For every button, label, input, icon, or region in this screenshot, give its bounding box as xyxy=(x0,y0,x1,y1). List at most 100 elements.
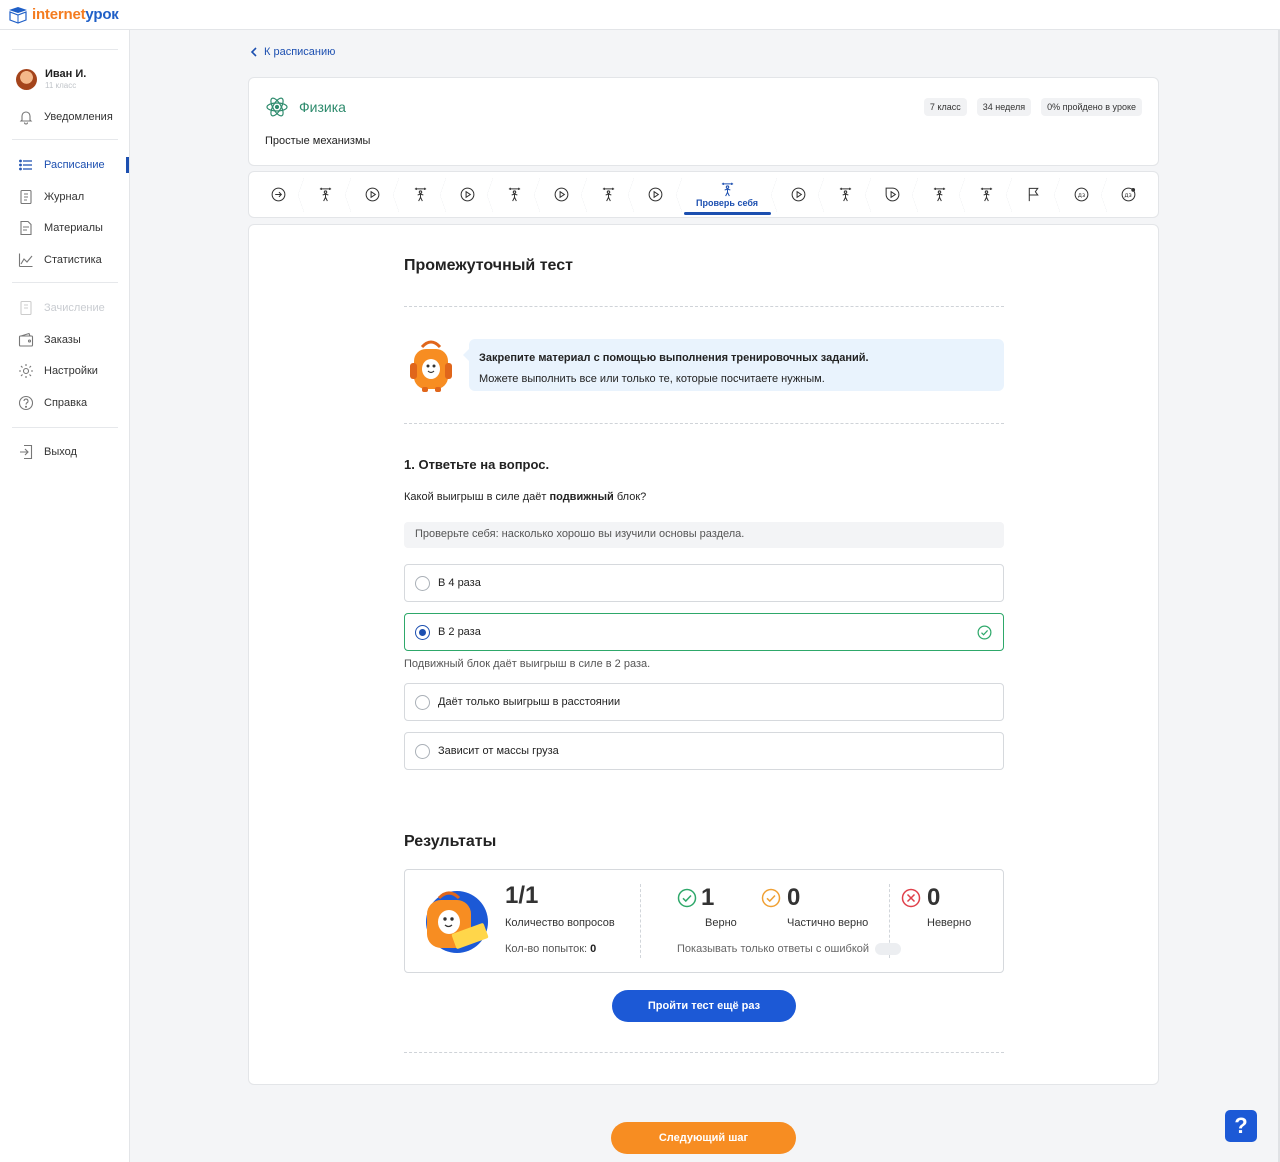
sidebar: Иван И. 11 класс Уведомления Расписание … xyxy=(0,30,130,1162)
sidebar-item-journal[interactable]: Журнал xyxy=(18,189,84,205)
sidebar-item-settings[interactable]: Настройки xyxy=(18,363,98,379)
list-icon xyxy=(19,159,32,171)
lesson-steps-bar: Проверь себя дз дз xyxy=(248,171,1159,218)
step-video[interactable] xyxy=(444,174,494,216)
sidebar-divider xyxy=(12,49,118,50)
top-bar: internet урок xyxy=(0,0,1280,30)
radio-button-checked[interactable] xyxy=(415,624,430,640)
step-start[interactable] xyxy=(255,174,305,216)
dumbbell-icon xyxy=(981,187,993,202)
play-circle-icon xyxy=(791,187,805,202)
step-practice[interactable] xyxy=(397,174,446,216)
radio-button[interactable] xyxy=(415,575,430,591)
play-circle-icon xyxy=(554,187,569,202)
dumbbell-icon xyxy=(414,187,426,202)
results-panel: 1/1 Количество вопросов Кол-во попыток: … xyxy=(404,869,1004,973)
dashed-divider xyxy=(404,423,1004,424)
sidebar-item-label: Расписание xyxy=(44,159,105,171)
homework-star-icon: дз xyxy=(1121,187,1136,202)
document-edit-icon xyxy=(20,220,32,236)
answer-option-label: Даёт только выигрыш в расстоянии xyxy=(438,696,621,708)
svg-text:дз: дз xyxy=(1077,192,1084,199)
sidebar-item-statistics[interactable]: Статистика xyxy=(18,252,102,268)
step-practice[interactable] xyxy=(822,174,872,216)
journal-icon xyxy=(20,189,32,205)
logo-text-internet: internet xyxy=(32,6,86,23)
sidebar-item-label: Настройки xyxy=(44,365,98,377)
radio-button[interactable] xyxy=(415,743,430,759)
dumbbell-icon xyxy=(508,187,521,202)
step-self-check-active[interactable]: Проверь себя xyxy=(680,174,777,216)
answer-explanation: Подвижный блок даёт выигрыш в силе в 2 р… xyxy=(404,658,651,670)
step-finish[interactable] xyxy=(1010,174,1060,216)
enrollment-icon xyxy=(20,300,32,316)
step-interactive[interactable] xyxy=(869,174,919,216)
sidebar-item-label: Выход xyxy=(44,446,77,458)
test-card: Промежуточный тест Закрепите материал с … xyxy=(248,224,1159,1085)
step-video[interactable] xyxy=(349,174,399,216)
logo-text-urok: урок xyxy=(85,6,119,23)
radio-button[interactable] xyxy=(415,694,430,710)
retry-test-button[interactable]: Пройти тест ещё раз xyxy=(612,990,796,1022)
user-grade: 11 класс xyxy=(45,81,77,90)
play-circle-icon xyxy=(460,187,475,202)
answer-option[interactable]: В 4 раза xyxy=(404,564,1004,602)
step-extra-homework[interactable]: дз xyxy=(1105,174,1152,216)
chevron-left-icon xyxy=(250,47,257,57)
next-step-button[interactable]: Следующий шаг xyxy=(611,1122,796,1154)
intro-text: Можете выполнить все или только те, кото… xyxy=(479,373,825,385)
week-chip: 34 неделя xyxy=(976,98,1032,116)
sidebar-item-orders[interactable]: Заказы xyxy=(18,332,81,348)
sidebar-item-schedule[interactable]: Расписание xyxy=(18,157,105,173)
correct-count: 1 xyxy=(701,884,715,911)
lesson-topic: Простые механизмы xyxy=(265,135,371,147)
sidebar-item-materials[interactable]: Материалы xyxy=(18,220,103,236)
step-video[interactable] xyxy=(632,174,682,216)
user-profile[interactable]: Иван И. 11 класс xyxy=(16,68,86,90)
step-video[interactable] xyxy=(538,174,588,216)
dumbbell-icon xyxy=(320,187,332,202)
logo-book-icon xyxy=(9,6,27,24)
step-practice[interactable] xyxy=(302,174,352,216)
mascot-backpack-icon xyxy=(410,340,452,392)
attempts-value: 0 xyxy=(590,943,597,955)
sidebar-item-notifications[interactable]: Уведомления xyxy=(18,109,113,125)
dumbbell-icon xyxy=(603,187,615,202)
question-hint: Проверьте себя: насколько хорошо вы изуч… xyxy=(404,522,1004,548)
step-practice[interactable] xyxy=(491,174,541,216)
step-homework[interactable]: дз xyxy=(1058,174,1107,216)
step-practice[interactable] xyxy=(916,174,966,216)
step-practice[interactable] xyxy=(585,174,635,216)
step-practice[interactable] xyxy=(963,174,1013,216)
sidebar-item-logout[interactable]: Выход xyxy=(18,444,77,460)
question-title: 1. Ответьте на вопрос. xyxy=(404,457,550,472)
test-title: Промежуточный тест xyxy=(404,257,573,274)
subject-title: Физика xyxy=(265,95,346,119)
step-video[interactable] xyxy=(775,174,824,216)
errors-only-toggle[interactable] xyxy=(875,943,902,956)
user-name: Иван И. xyxy=(45,68,87,80)
question-bold-word: подвижный xyxy=(549,491,614,503)
answer-option[interactable]: Даёт только выигрыш в расстоянии xyxy=(404,683,1004,721)
chart-icon xyxy=(18,253,33,268)
cross-circle-icon xyxy=(901,888,921,908)
correct-stat: 1 xyxy=(677,884,714,912)
gear-icon xyxy=(19,364,33,378)
answer-option-selected-correct[interactable]: В 2 раза xyxy=(404,613,1004,651)
attempts-label: Кол-во попыток: xyxy=(505,943,588,955)
answer-option[interactable]: Зависит от массы груза xyxy=(404,732,1004,770)
errors-only-filter: Показывать только ответы с ошибкой xyxy=(677,943,902,956)
partial-stat: 0 xyxy=(761,884,800,912)
back-to-schedule-link[interactable]: К расписанию xyxy=(250,46,335,58)
sidebar-divider xyxy=(12,282,118,283)
help-button[interactable]: ? xyxy=(1225,1110,1257,1142)
sidebar-item-label: Статистика xyxy=(44,254,102,266)
flag-icon xyxy=(1029,187,1040,202)
arrow-circle-icon xyxy=(271,187,286,202)
question-text-part: блок? xyxy=(613,491,647,503)
interactive-play-icon xyxy=(885,187,900,202)
logo[interactable]: internet урок xyxy=(8,6,119,24)
sidebar-item-label: Зачисление xyxy=(44,302,105,314)
sidebar-item-help[interactable]: Справка xyxy=(18,395,87,411)
sidebar-item-label: Материалы xyxy=(44,222,103,234)
